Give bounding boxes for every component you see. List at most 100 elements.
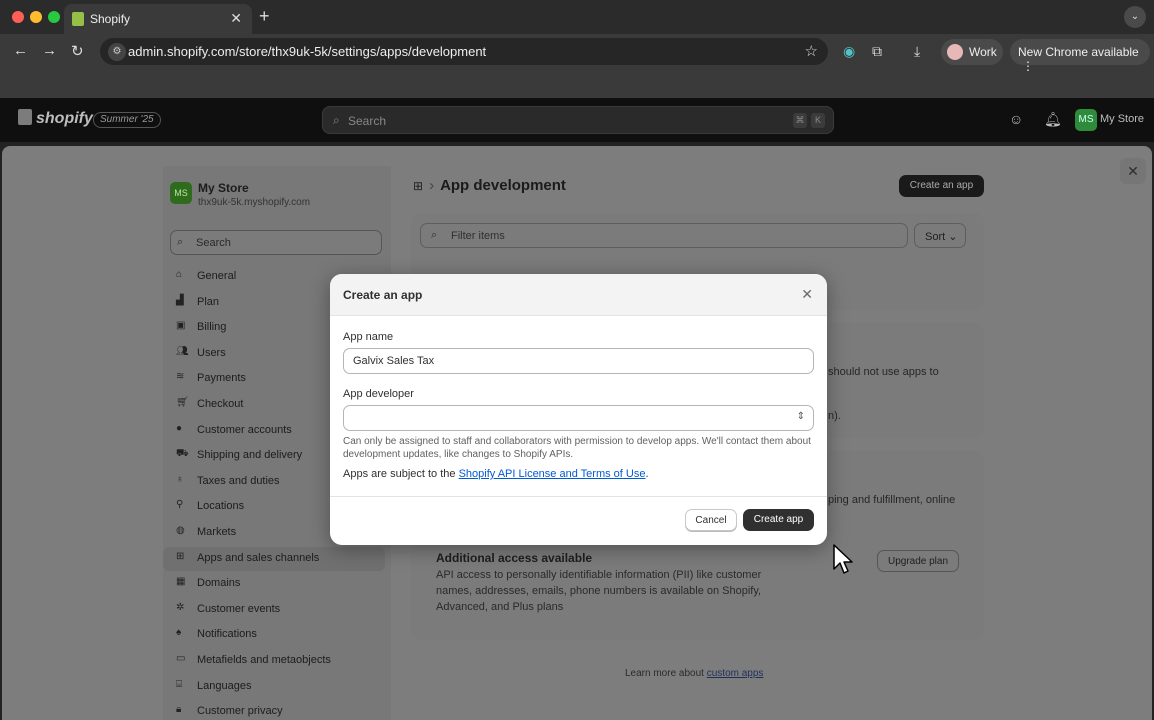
sidebar-item-label: Checkout — [197, 398, 244, 410]
learn-more-text: Learn more about custom apps — [625, 668, 763, 679]
address-bar[interactable]: ⚙ admin.shopify.com/store/thx9uk-5k/sett… — [100, 38, 828, 65]
sidebar-item-customer-events[interactable]: ✲ Customer events — [163, 598, 385, 622]
app-developer-select[interactable]: ⇕ — [343, 405, 814, 431]
events-icon: ✲ — [176, 601, 185, 613]
tab-search-icon[interactable]: ⌄ — [1124, 6, 1146, 28]
domains-icon: ▦ — [176, 576, 186, 588]
shopify-topbar: shopify Summer '25 ⌕ Search ⌘ K ☺ 🔔︎ MS … — [0, 98, 1154, 142]
sidebar-item-notifications[interactable]: ♠ Notifications — [163, 623, 385, 647]
bell-icon[interactable]: 🔔︎ — [1044, 111, 1062, 128]
lock-icon: 🔒︎ — [176, 704, 182, 716]
cancel-button[interactable]: Cancel — [685, 509, 737, 531]
global-search-input[interactable]: ⌕ Search ⌘ K — [322, 106, 834, 134]
back-icon[interactable]: ← — [13, 42, 28, 59]
edition-badge: Summer '25 — [93, 112, 161, 128]
tax-icon: ♁ — [176, 473, 184, 485]
shortcut-key-k: K — [811, 113, 825, 128]
bell-icon: ♠ — [176, 627, 182, 639]
custom-apps-link[interactable]: custom apps — [707, 668, 764, 679]
tab-bar: Shopify ✕ + ⌄ — [0, 0, 1154, 34]
download-icon[interactable]: ⤓ — [914, 43, 920, 60]
create-an-app-button[interactable]: Create an app — [899, 175, 984, 197]
chevron-down-icon: ⌄ — [948, 231, 958, 243]
maximize-window-dot[interactable] — [48, 11, 60, 23]
chevron-right-icon: › — [429, 177, 435, 194]
truck-icon: ⛟ — [176, 448, 189, 460]
sidekick-icon[interactable]: ☺ — [1009, 111, 1023, 127]
chrome-update-button[interactable]: New Chrome available ⋮ — [1010, 39, 1150, 73]
metafields-icon: ▭ — [176, 653, 186, 664]
sidebar-item-label: Domains — [197, 577, 241, 590]
profile-button[interactable]: Work — [941, 39, 1003, 65]
minimize-window-dot[interactable] — [30, 11, 42, 23]
plan-icon: ▟ — [176, 294, 184, 306]
upgrade-plan-button[interactable]: Upgrade plan — [877, 550, 959, 572]
location-icon: ⚲ — [176, 499, 184, 511]
users-icon: 👥︎ — [176, 345, 189, 357]
forward-icon[interactable]: → — [42, 42, 57, 59]
globe-icon: ◍ — [176, 525, 185, 536]
store-avatar[interactable]: MS — [1075, 109, 1097, 131]
modal-title: Create an app — [343, 288, 423, 302]
app-developer-help-text: Can only be assigned to staff and collab… — [343, 436, 811, 460]
sidebar-item-apps-and-sales-channels[interactable]: ⊞ Apps and sales channels — [163, 546, 385, 571]
close-settings-icon[interactable]: ✕ — [1120, 158, 1146, 184]
terms-suffix: . — [645, 468, 649, 480]
sidebar-item-domains[interactable]: ▦ Domains — [163, 572, 385, 596]
sidebar-item-label: Users — [197, 346, 226, 359]
sidebar-item-label: Notifications — [197, 628, 257, 641]
settings-search-placeholder: Search — [196, 237, 231, 249]
sidebar-item-label: Apps and sales channels — [197, 551, 320, 564]
shopify-bag-icon — [18, 109, 32, 125]
access-partial-text: ping and fulfillment, online — [828, 494, 956, 506]
browser-tab[interactable]: Shopify ✕ — [64, 4, 252, 34]
sidebar-item-metafields-and-metaobjects[interactable]: ▭ Metafields and metaobjects — [163, 649, 385, 673]
kebab-menu-icon: ⋮ — [1022, 59, 1034, 73]
learn-more-prefix: Learn more about — [625, 668, 704, 679]
sidebar-item-label: Markets — [197, 526, 237, 538]
sidebar-item-label: Payments — [197, 372, 246, 385]
filter-placeholder: Filter items — [451, 230, 505, 242]
info-partial-text-2: n). — [828, 410, 841, 422]
app-developer-label: App developer — [343, 388, 414, 400]
additional-access-description: API access to personally identifiable in… — [436, 569, 762, 613]
sidebar-store-avatar: MS — [170, 182, 192, 204]
person-icon: ● — [176, 422, 183, 434]
apps-grid-icon[interactable]: ⊞ — [413, 179, 423, 193]
reload-icon[interactable]: ↻ — [71, 42, 84, 60]
filter-items-input[interactable]: ⌕ Filter items — [420, 223, 908, 248]
app-name-input[interactable]: Galvix Sales Tax — [343, 348, 814, 374]
site-settings-icon[interactable]: ⚙ — [108, 43, 126, 61]
sidebar-item-label: Shipping and delivery — [197, 449, 303, 462]
sidebar-item-customer-privacy[interactable]: 🔒︎ Customer privacy — [163, 700, 385, 720]
sidebar-item-label: Billing — [197, 321, 227, 334]
sidebar-store-domain: thx9uk-5k.myshopify.com — [198, 197, 311, 208]
new-tab-icon[interactable]: + — [259, 6, 270, 27]
app-name-label: App name — [343, 331, 394, 343]
create-app-button[interactable]: Create app — [743, 509, 814, 531]
languages-icon: ⌸ — [176, 678, 182, 690]
sort-label: Sort — [925, 231, 946, 243]
modal-footer-divider — [330, 496, 827, 497]
sidebar-item-languages[interactable]: ⌸ Languages — [163, 675, 385, 699]
sidebar-item-label: Locations — [197, 500, 245, 513]
profile-label: Work — [969, 45, 997, 59]
brand-name: shopify — [36, 110, 93, 127]
store-name[interactable]: My Store — [1100, 113, 1144, 125]
url-text: admin.shopify.com/store/thx9uk-5k/settin… — [128, 44, 487, 59]
search-icon: ⌕ — [333, 113, 340, 127]
close-window-dot[interactable] — [12, 11, 24, 23]
store-icon: ⌂ — [176, 269, 183, 280]
close-tab-icon[interactable]: ✕ — [230, 10, 242, 27]
shopify-logo[interactable]: shopify — [18, 109, 93, 128]
extension-icon[interactable]: ◉ — [843, 43, 855, 60]
bookmark-star-icon[interactable]: ☆ — [805, 42, 818, 60]
profile-avatar — [947, 44, 963, 60]
api-terms-link[interactable]: Shopify API License and Terms of Use — [459, 468, 646, 480]
apps-icon: ⊞ — [176, 550, 185, 562]
sidebar-item-label: General — [197, 270, 237, 282]
settings-search-input[interactable]: ⌕ Search — [170, 230, 382, 255]
sort-button[interactable]: Sort ⌄ — [914, 223, 966, 248]
extensions-puzzle-icon[interactable]: ⧉ — [872, 43, 882, 60]
close-modal-icon[interactable]: ✕ — [801, 286, 813, 303]
